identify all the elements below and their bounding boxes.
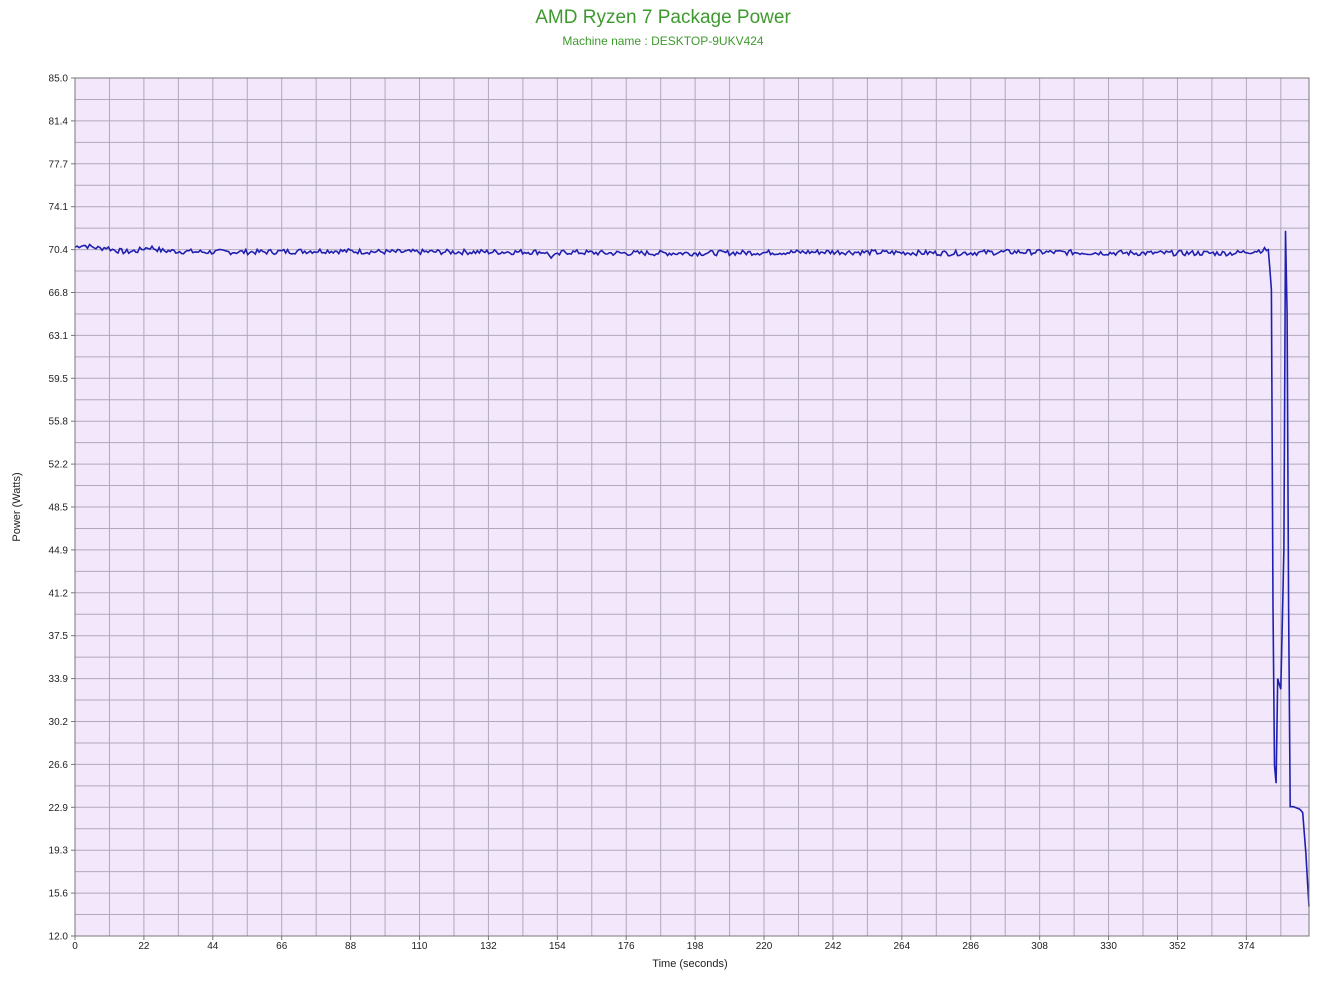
y-tick-label: 33.9 — [49, 674, 69, 685]
x-tick-label: 264 — [893, 941, 910, 952]
y-tick-label: 74.1 — [49, 202, 69, 213]
x-tick-label: 44 — [207, 941, 219, 952]
x-tick-label: 308 — [1031, 941, 1048, 952]
y-tick-label: 77.7 — [49, 159, 69, 170]
y-tick-label: 59.5 — [49, 374, 69, 385]
y-tick-label: 70.4 — [49, 245, 69, 256]
y-tick-label: 44.9 — [49, 545, 69, 556]
y-tick-label: 12.0 — [49, 932, 69, 943]
x-tick-label: 132 — [480, 941, 497, 952]
x-tick-label: 110 — [412, 941, 428, 952]
y-tick-label: 85.0 — [49, 74, 69, 85]
y-tick-label: 19.3 — [49, 846, 69, 857]
y-tick-label: 22.9 — [49, 803, 69, 814]
x-tick-label: 220 — [756, 941, 773, 952]
y-tick-label: 26.6 — [49, 760, 69, 771]
x-tick-label: 286 — [962, 941, 979, 952]
y-tick-label: 41.2 — [49, 588, 69, 599]
x-tick-label: 352 — [1169, 941, 1186, 952]
x-tick-label: 154 — [549, 941, 566, 952]
y-tick-label: 37.5 — [49, 631, 69, 642]
y-tick-label: 30.2 — [49, 717, 69, 728]
x-tick-label: 88 — [345, 941, 357, 952]
x-tick-label: 198 — [687, 941, 704, 952]
x-tick-label: 66 — [276, 941, 288, 952]
x-tick-label: 0 — [72, 941, 78, 952]
y-tick-label: 81.4 — [49, 116, 69, 127]
y-tick-label: 55.8 — [49, 417, 69, 428]
y-tick-label: 66.8 — [49, 288, 69, 299]
power-line-chart: 85.0 81.4 77.7 74.1 70.4 66.8 63.1 59.5 55.8 52.2… — [11, 74, 1310, 970]
x-tick-label: 330 — [1100, 941, 1117, 952]
x-axis-label: Time (seconds) — [652, 958, 727, 970]
x-axis-ticks: 0 22 44 66 88 110 132 154 176 198 220 242 264 286 308 3… — [72, 936, 1255, 952]
x-tick-label: 22 — [138, 941, 150, 952]
y-tick-label: 48.5 — [49, 503, 69, 514]
y-axis-ticks: 85.0 81.4 77.7 74.1 70.4 66.8 63.1 59.5 55.8 52.2… — [49, 74, 75, 943]
x-tick-label: 242 — [825, 941, 842, 952]
y-axis-label: Power (Watts) — [11, 472, 23, 541]
y-tick-label: 52.2 — [49, 460, 69, 471]
grid-lines — [75, 78, 1309, 936]
y-tick-label: 63.1 — [49, 331, 69, 342]
x-tick-label: 176 — [618, 941, 635, 952]
y-tick-label: 15.6 — [49, 889, 69, 900]
x-tick-label: 374 — [1238, 941, 1255, 952]
